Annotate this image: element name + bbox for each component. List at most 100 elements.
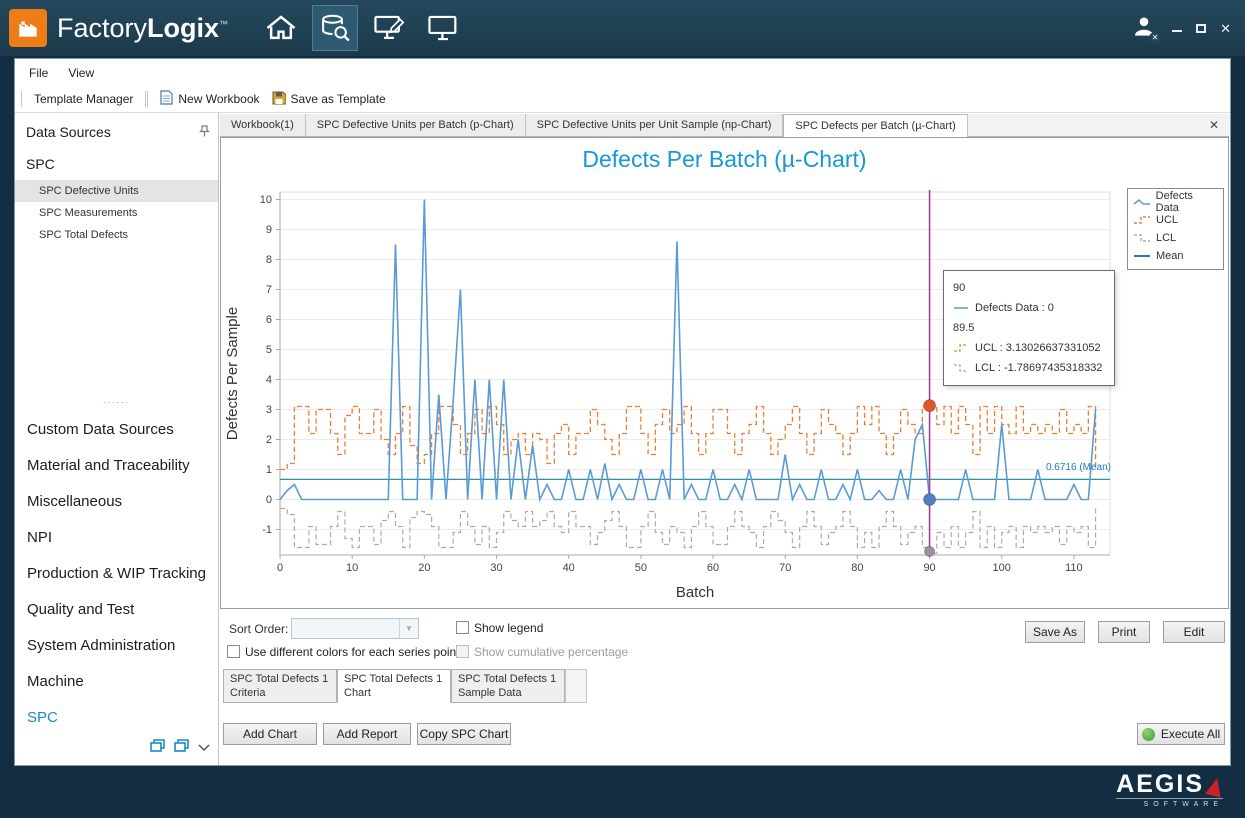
svg-text:40: 40 — [563, 562, 575, 574]
sidebar-splitter[interactable]: ...... — [15, 391, 218, 413]
dock-panel-icon[interactable] — [150, 739, 165, 757]
execute-all-button[interactable]: Execute All — [1137, 723, 1225, 745]
bottom-tab-stub — [565, 669, 587, 703]
bottom-tab-sample-data-line2: Sample Data — [458, 686, 558, 700]
show-legend-checkbox[interactable]: Show legend — [456, 621, 543, 635]
svg-text:2: 2 — [266, 434, 272, 446]
user-logout-icon[interactable]: ✕ — [1132, 15, 1156, 42]
save-as-button[interactable]: Save As — [1025, 621, 1085, 643]
dock-panel-icon-2[interactable] — [174, 739, 189, 757]
copy-spc-chart-button[interactable]: Copy SPC Chart — [417, 723, 511, 745]
svg-text:100: 100 — [993, 562, 1011, 574]
bottom-tab-chart-line1: SPC Total Defects 1 — [344, 672, 444, 686]
legend-item-lcl: LCL — [1133, 229, 1218, 247]
titlebar: FactoryLogix™ — [0, 0, 1245, 56]
workbook-tabstrip: Workbook(1) SPC Defective Units per Batc… — [220, 114, 1229, 137]
use-different-colors-checkbox[interactable]: Use different colors for each series poi… — [227, 645, 460, 659]
aegis-logo: AEGIS SOFTWARE — [1116, 772, 1223, 808]
svg-text:0: 0 — [277, 562, 283, 574]
new-workbook-icon — [160, 90, 173, 108]
chart-panel: Defects Per Batch (µ-Chart) -10123456789… — [220, 137, 1229, 609]
sidebar-section-spc[interactable]: SPC — [15, 701, 218, 737]
bottom-tab-criteria-line2: Criteria — [230, 686, 330, 700]
tab-p-chart[interactable]: SPC Defective Units per Batch (p-Chart) — [306, 114, 526, 136]
bottom-tab-sample-data[interactable]: SPC Total Defects 1 Sample Data — [451, 669, 565, 703]
svg-text:110: 110 — [1065, 562, 1083, 574]
application-window: FactoryLogix™ — [0, 0, 1245, 818]
brand-light: Factory — [57, 13, 147, 43]
chevron-down-icon[interactable] — [198, 739, 210, 757]
sidebar-item-spc-measurements[interactable]: SPC Measurements — [15, 202, 218, 224]
combo-arrow-icon: ▼ — [399, 619, 418, 638]
legend-label-defects: Defects Data — [1156, 190, 1218, 214]
maximize-button[interactable] — [1196, 24, 1206, 33]
sidebar-item-spc-total-defects[interactable]: SPC Total Defects — [15, 224, 218, 246]
pin-icon[interactable] — [199, 124, 210, 140]
toolbar: Template Manager New Workbook Save as Te… — [15, 86, 1230, 113]
bottom-tab-chart[interactable]: SPC Total Defects 1 Chart — [337, 669, 451, 703]
add-report-button[interactable]: Add Report — [323, 723, 411, 745]
legend-item-mean: Mean — [1133, 247, 1218, 265]
new-workbook-button[interactable]: New Workbook — [154, 87, 265, 111]
execute-icon — [1142, 728, 1155, 741]
add-chart-button[interactable]: Add Chart — [223, 723, 317, 745]
svg-text:7: 7 — [266, 284, 272, 296]
tooltip-defects-value: Defects Data : 0 — [975, 302, 1054, 314]
monitor-icon[interactable] — [420, 5, 466, 51]
home-icon[interactable] — [258, 5, 304, 51]
tab-u-chart[interactable]: SPC Defects per Batch (µ-Chart) — [783, 114, 967, 137]
execute-all-label: Execute All — [1161, 724, 1220, 744]
menu-view[interactable]: View — [68, 66, 94, 80]
show-cumulative-label: Show cumulative percentage — [474, 645, 628, 659]
bottom-tab-criteria[interactable]: SPC Total Defects 1 Criteria — [223, 669, 337, 703]
save-icon — [272, 91, 286, 108]
sort-order-select[interactable]: ▼ — [291, 618, 419, 639]
template-manager-label: Template Manager — [34, 92, 133, 106]
sidebar-section-npi[interactable]: NPI — [15, 521, 218, 557]
sidebar-group-spc[interactable]: SPC — [15, 148, 218, 180]
tooltip-lcl-icon — [953, 362, 969, 374]
print-button[interactable]: Print — [1098, 621, 1150, 643]
legend-label-lcl: LCL — [1156, 232, 1176, 244]
main-window: File View Template Manager New Workbook … — [14, 58, 1231, 766]
sidebar-section-quality-test[interactable]: Quality and Test — [15, 593, 218, 629]
tab-close-icon[interactable]: ✕ — [1199, 114, 1229, 136]
menu-file[interactable]: File — [29, 66, 48, 80]
sidebar-item-spc-defective-units[interactable]: SPC Defective Units — [15, 180, 218, 202]
mean-line-sample-icon — [1133, 251, 1151, 261]
sidebar-section-material-traceability[interactable]: Material and Traceability — [15, 449, 218, 485]
tooltip-lcl-value: LCL : -1.78697435318332 — [975, 362, 1102, 374]
sidebar-section-system-administration[interactable]: System Administration — [15, 629, 218, 665]
close-button[interactable]: ✕ — [1220, 22, 1231, 35]
svg-text:20: 20 — [418, 562, 430, 574]
svg-text:3: 3 — [266, 404, 272, 416]
chart-tooltip: 90 Defects Data : 0 89.5 UCL : 3.1302663… — [943, 270, 1115, 386]
legend-label-ucl: UCL — [1156, 214, 1178, 226]
sidebar-section-miscellaneous[interactable]: Miscellaneous — [15, 485, 218, 521]
svg-text:50: 50 — [635, 562, 647, 574]
sidebar-section-custom-data-sources[interactable]: Custom Data Sources — [15, 413, 218, 449]
edit-button[interactable]: Edit — [1163, 621, 1225, 643]
minimize-button[interactable] — [1172, 24, 1182, 32]
svg-text:6: 6 — [266, 314, 272, 326]
show-cumulative-checkbox: Show cumulative percentage — [456, 645, 628, 659]
tab-workbook-1[interactable]: Workbook(1) — [220, 114, 306, 136]
workbook-area: Workbook(1) SPC Defective Units per Batc… — [219, 113, 1230, 765]
data-analysis-icon[interactable] — [312, 5, 358, 51]
show-legend-box[interactable] — [456, 621, 469, 634]
save-as-template-button[interactable]: Save as Template — [266, 88, 392, 111]
show-legend-label: Show legend — [474, 621, 543, 635]
svg-text:70: 70 — [779, 562, 791, 574]
tab-np-chart[interactable]: SPC Defective Units per Unit Sample (np-… — [526, 114, 784, 136]
svg-text:4: 4 — [266, 374, 272, 386]
bottom-tab-sample-data-line1: SPC Total Defects 1 — [458, 672, 558, 686]
sidebar-section-machine[interactable]: Machine — [15, 665, 218, 701]
svg-text:5: 5 — [266, 344, 272, 356]
template-manager-button[interactable]: Template Manager — [28, 89, 139, 109]
lcl-line-sample-icon — [1133, 232, 1151, 244]
monitor-edit-icon[interactable] — [366, 5, 412, 51]
sidebar-section-production-wip[interactable]: Production & WIP Tracking — [15, 557, 218, 593]
svg-text:Defects Per Sample: Defects Per Sample — [224, 307, 241, 440]
tooltip-x-value: 90 — [953, 282, 965, 294]
use-different-colors-box[interactable] — [227, 645, 240, 658]
